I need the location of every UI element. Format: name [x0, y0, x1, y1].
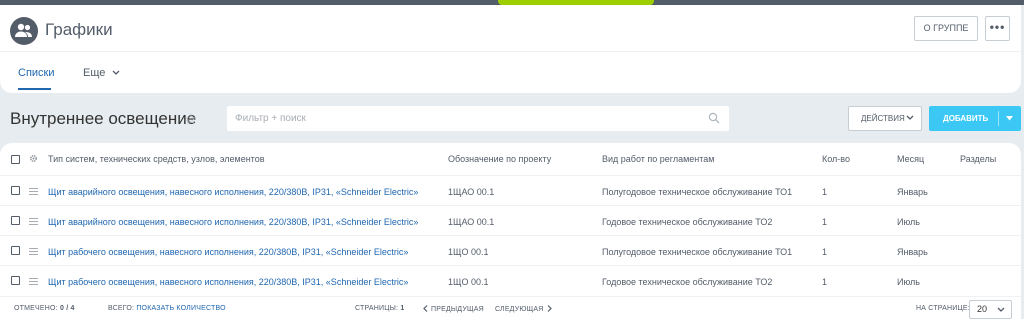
filter-box[interactable] [227, 106, 729, 131]
table-row[interactable]: Щит рабочего освещения, навесного исполн… [0, 235, 1021, 266]
section-title: Внутреннее освещение [10, 109, 197, 128]
grid-footer: ОТМЕЧЕНО: 0 / 4 ВСЕГО: ПОКАЗАТЬ КОЛИЧЕСТ… [0, 296, 1021, 319]
prev-page-button[interactable]: ПРЕДЫДУЩАЯ [423, 305, 484, 313]
row-designation: 1ЩО 00.1 [448, 247, 489, 257]
next-page-label: СЛЕДУЮЩАЯ [495, 306, 544, 313]
caret-down-icon [1006, 116, 1013, 121]
row-name-link[interactable]: Щит аварийного освещения, навесного испо… [48, 217, 418, 227]
active-tab-indicator [18, 88, 51, 90]
header-card: Графики О ГРУППЕ ••• Списки Еще [0, 5, 1021, 93]
star-outline-icon[interactable]: ☆ [184, 110, 197, 128]
row-work: Годовое техническое обслуживание ТО2 [602, 217, 773, 227]
column-header-qty[interactable]: Кол-во [822, 154, 850, 164]
actions-button-label: ДЕЙСТВИЯ [861, 114, 905, 123]
selected-value: 0 / 4 [59, 305, 75, 312]
tab-more-label: Еще [83, 67, 106, 79]
drag-handle-icon[interactable] [29, 278, 38, 287]
row-qty: 1 [822, 277, 828, 287]
group-icon [15, 23, 32, 37]
select-all-checkbox[interactable] [11, 155, 20, 164]
table-row[interactable]: Щит рабочего освещения, навесного исполн… [0, 265, 1021, 296]
search-icon[interactable] [708, 112, 720, 124]
row-designation: 1ЩО 00.1 [448, 277, 489, 287]
add-button-label: ДОБАВИТЬ [943, 114, 989, 123]
table-row[interactable]: Щит аварийного освещения, навесного испо… [0, 175, 1021, 206]
row-work: Годовое техническое обслуживание ТО2 [602, 277, 773, 287]
row-checkbox[interactable] [11, 186, 20, 195]
per-page-select[interactable]: 20 [969, 300, 1012, 319]
row-month: Июль [897, 277, 920, 287]
tab-more[interactable]: Еще [83, 67, 120, 79]
header-divider [0, 51, 1021, 52]
row-designation: 1ЩАО 00.1 [448, 187, 495, 197]
row-month: Январь [897, 187, 928, 197]
chevron-down-icon [906, 115, 914, 120]
table-row[interactable]: Щит аварийного освещения, навесного испо… [0, 205, 1021, 236]
gear-icon[interactable] [29, 154, 38, 163]
page-title: Графики [45, 20, 113, 39]
per-page-label: НА СТРАНИЦЕ: [916, 305, 970, 312]
show-count-link[interactable]: ПОКАЗАТЬ КОЛИЧЕСТВО [136, 305, 225, 312]
more-options-button[interactable]: ••• [985, 16, 1010, 41]
row-qty: 1 [822, 217, 828, 227]
grid-header-row: Тип систем, технических средств, узлов, … [0, 143, 1021, 175]
drag-handle-icon[interactable] [29, 218, 38, 227]
row-checkbox[interactable] [11, 216, 20, 225]
current-page[interactable]: 1 [400, 305, 404, 312]
row-name-link[interactable]: Щит аварийного освещения, навесного испо… [48, 187, 418, 197]
column-header-designation[interactable]: Обозначение по проекту [448, 154, 551, 164]
add-button[interactable]: ДОБАВИТЬ [929, 106, 1021, 131]
add-dropdown-toggle[interactable] [999, 106, 1021, 131]
row-qty: 1 [822, 187, 828, 197]
group-avatar[interactable] [10, 17, 38, 45]
chevron-down-icon [112, 70, 120, 76]
row-checkbox[interactable] [11, 276, 20, 285]
pages-label: СТРАНИЦЫ: [355, 305, 399, 312]
total-count: ВСЕГО: ПОКАЗАТЬ КОЛИЧЕСТВО [108, 305, 226, 312]
drag-handle-icon[interactable] [29, 248, 38, 257]
row-checkbox[interactable] [11, 246, 20, 255]
row-qty: 1 [822, 247, 828, 257]
row-name-link[interactable]: Щит рабочего освещения, навесного исполн… [48, 277, 408, 287]
column-header-work[interactable]: Вид работ по регламентам [602, 154, 715, 164]
column-header-month[interactable]: Месяц [897, 154, 924, 164]
actions-button[interactable]: ДЕЙСТВИЯ [848, 106, 922, 131]
column-header-type[interactable]: Тип систем, технических средств, узлов, … [48, 154, 265, 164]
next-page-button[interactable]: СЛЕДУЮЩАЯ [495, 305, 552, 313]
row-work: Полугодовое техническое обслуживание ТО1 [602, 247, 793, 257]
row-name-link[interactable]: Щит рабочего освещения, навесного исполн… [48, 247, 408, 257]
per-page-value: 20 [977, 304, 988, 314]
row-month: Июль [897, 217, 920, 227]
about-group-button[interactable]: О ГРУППЕ [914, 16, 978, 41]
selected-label: ОТМЕЧЕНО: [14, 305, 58, 312]
chevron-left-icon [423, 305, 428, 312]
total-label: ВСЕГО: [108, 305, 135, 312]
row-designation: 1ЩАО 00.1 [448, 217, 495, 227]
row-month: Январь [897, 247, 928, 257]
filter-search-input[interactable] [235, 106, 705, 131]
pages-info: СТРАНИЦЫ: 1 [355, 305, 404, 312]
drag-handle-icon[interactable] [29, 188, 38, 197]
tab-lists[interactable]: Списки [18, 67, 55, 79]
column-header-sections[interactable]: Разделы [960, 154, 996, 164]
prev-page-label: ПРЕДЫДУЩАЯ [431, 306, 484, 313]
selected-count: ОТМЕЧЕНО: 0 / 4 [14, 305, 75, 312]
data-grid: Тип систем, технических средств, узлов, … [0, 143, 1021, 319]
row-work: Полугодовое техническое обслуживание ТО1 [602, 187, 793, 197]
chevron-down-icon [997, 307, 1005, 312]
chevron-right-icon [547, 305, 552, 312]
